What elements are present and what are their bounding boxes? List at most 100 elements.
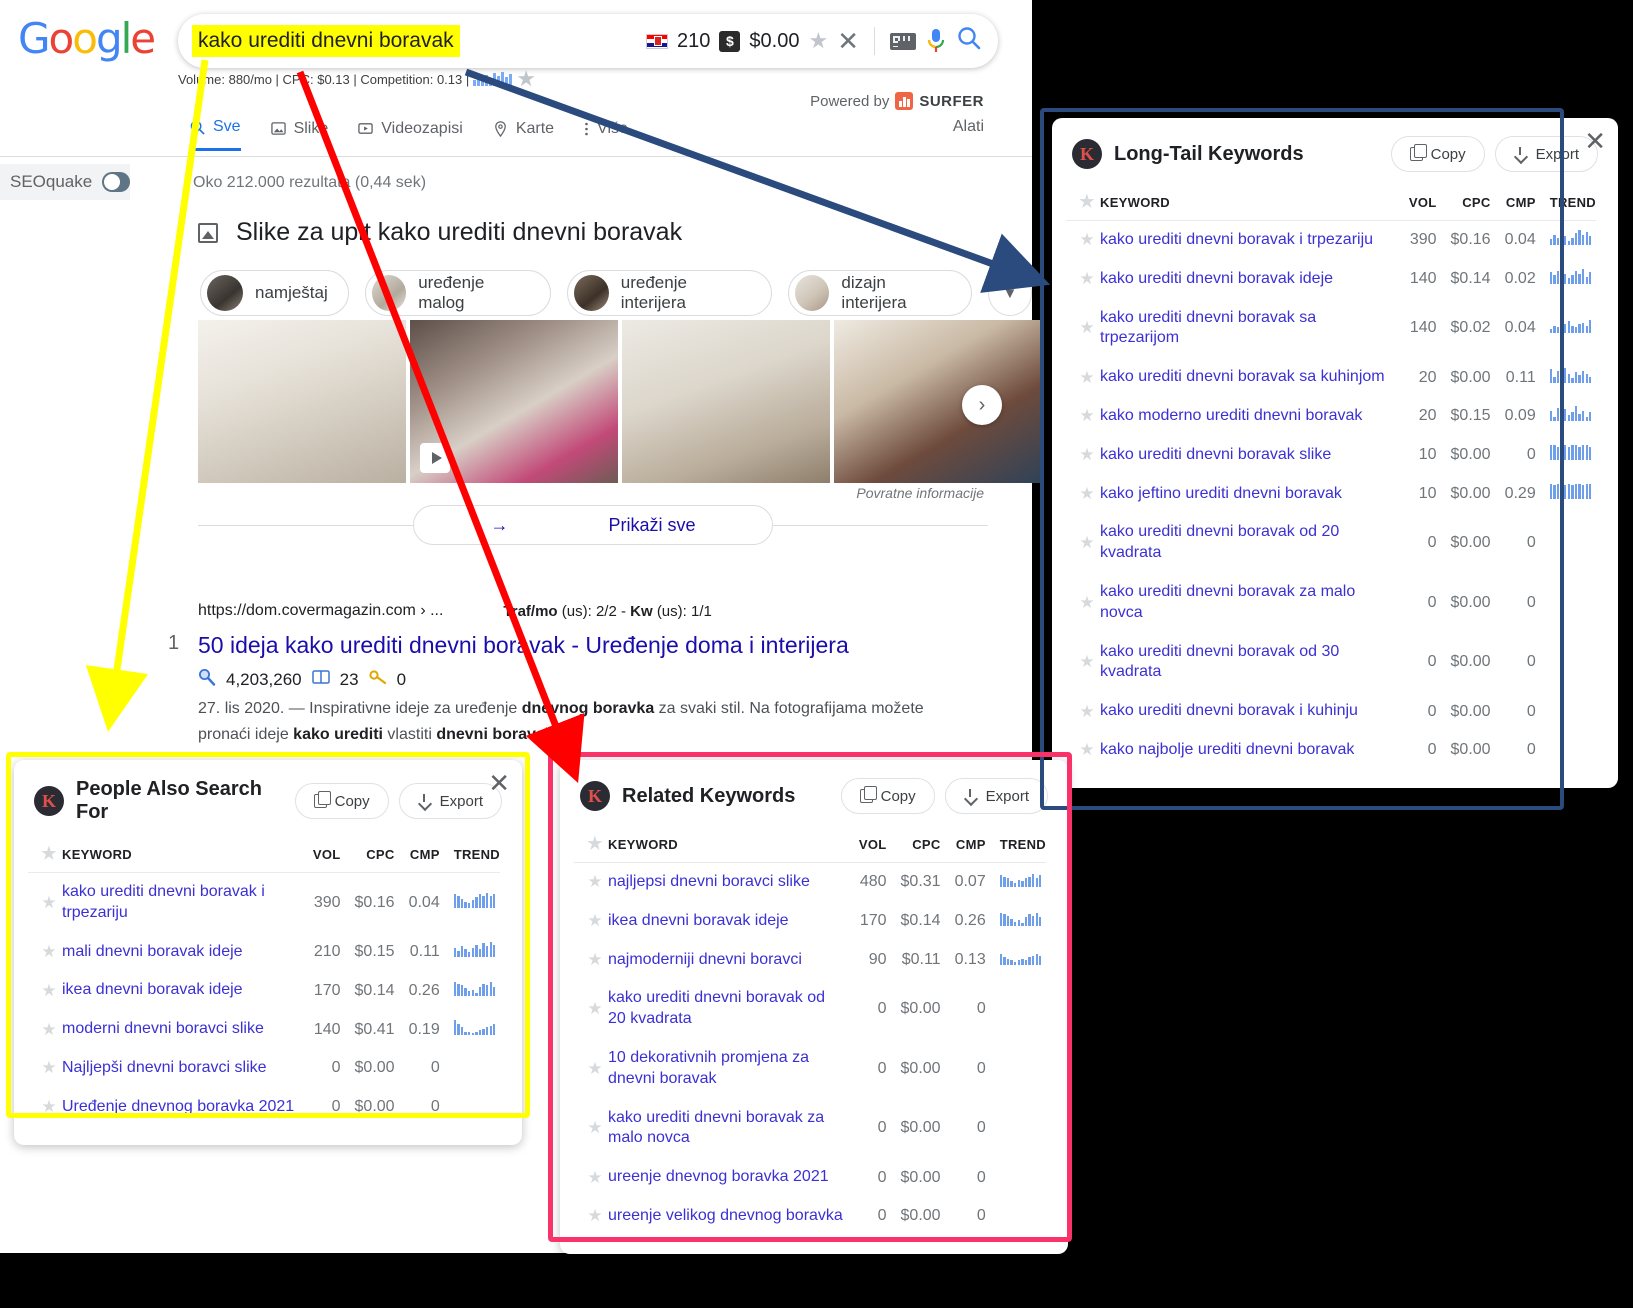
table-row[interactable]: ★ kako urediti dnevni boravak za malo nov… xyxy=(574,1099,1046,1159)
row-star-icon[interactable]: ★ xyxy=(28,1010,62,1049)
table-row[interactable]: ★ kako urediti dnevni boravak i kuhinju 0 $… xyxy=(1066,692,1596,731)
microphone-icon[interactable] xyxy=(925,27,947,55)
row-star-icon[interactable]: ★ xyxy=(574,1099,608,1159)
chip-uredenje-malog[interactable]: uređenje malog xyxy=(364,270,552,316)
table-row[interactable]: ★ ikea dnevni boravak ideje 170 $0.14 0.26 xyxy=(28,971,500,1010)
google-logo[interactable]: Google xyxy=(18,18,156,60)
row-star-icon[interactable]: ★ xyxy=(574,979,608,1039)
row-star-icon[interactable]: ★ xyxy=(28,1049,62,1088)
row-keyword[interactable]: ureenje dnevnog boravka 2021 xyxy=(608,1158,859,1197)
search-input[interactable]: kako urediti dnevni boravak xyxy=(192,22,460,60)
row-star-icon[interactable]: ★ xyxy=(28,873,62,933)
search-bar[interactable]: kako urediti dnevni boravak 210 $ $0.00 … xyxy=(178,14,998,68)
row-star-icon[interactable]: ★ xyxy=(1066,260,1100,299)
seoquake-toggle-bar[interactable]: SEOquake xyxy=(0,164,130,200)
copy-button[interactable]: Copy xyxy=(1390,136,1485,172)
row-star-icon[interactable]: ★ xyxy=(574,1158,608,1197)
chevron-down-icon[interactable]: ▼ xyxy=(987,270,1032,316)
row-star-icon[interactable]: ★ xyxy=(1066,573,1100,633)
tab-vise[interactable]: Više xyxy=(584,120,628,150)
table-row[interactable]: ★ kako urediti dnevni boravak od 20 kvadr… xyxy=(574,979,1046,1039)
row-star-icon[interactable]: ★ xyxy=(1066,692,1100,731)
copy-button[interactable]: Copy xyxy=(840,778,935,814)
row-keyword[interactable]: kako urediti dnevni boravak ideje xyxy=(1100,260,1409,299)
row-star-icon[interactable]: ★ xyxy=(1066,633,1100,693)
search-submit-icon[interactable] xyxy=(956,25,982,58)
export-button[interactable]: Export xyxy=(1494,136,1598,172)
table-row[interactable]: ★ kako urediti dnevni boravak slike 10 $0.0… xyxy=(1066,436,1596,475)
result-url[interactable]: https://dom.covermagazin.com › ... xyxy=(198,602,443,620)
row-star-icon[interactable]: ★ xyxy=(574,1197,608,1236)
table-row[interactable]: ★ kako urediti dnevni boravak sa kuhinjom… xyxy=(1066,358,1596,397)
row-keyword[interactable]: moderni dnevni boravci slike xyxy=(62,1010,313,1049)
table-row[interactable]: ★ kako urediti dnevni boravak od 20 kvadr… xyxy=(1066,513,1596,573)
image-thumbnail[interactable] xyxy=(198,320,406,483)
row-keyword[interactable]: mali dnevni boravak ideje xyxy=(62,933,313,972)
tab-sve[interactable]: Sve xyxy=(190,118,241,151)
row-star-icon[interactable]: ★ xyxy=(1066,731,1100,770)
close-icon[interactable]: ✕ xyxy=(488,770,510,796)
chip-dizajn-interijera[interactable]: dizajn interijera xyxy=(787,270,972,316)
row-star-icon[interactable]: ★ xyxy=(1066,475,1100,514)
row-keyword[interactable]: kako urediti dnevni boravak i trpezariju xyxy=(62,873,313,933)
chip-namjestaj[interactable]: namještaj xyxy=(200,270,349,316)
row-star-icon[interactable]: ★ xyxy=(574,863,608,902)
play-icon[interactable] xyxy=(420,443,450,473)
copy-button[interactable]: Copy xyxy=(294,783,389,819)
show-all-button[interactable]: → Prikaži sve xyxy=(413,505,773,545)
row-keyword[interactable]: 10 dekorativnih promjena za dnevni borav… xyxy=(608,1039,859,1099)
table-row[interactable]: ★ mali dnevni boravak ideje 210 $0.15 0.11 xyxy=(28,933,500,972)
row-keyword[interactable]: kako urediti dnevni boravak od 30 kvadra… xyxy=(1100,633,1409,693)
row-star-icon[interactable]: ★ xyxy=(1066,358,1100,397)
row-keyword[interactable]: Najljepši dnevni boravci slike xyxy=(62,1049,313,1088)
row-star-icon[interactable]: ★ xyxy=(1066,436,1100,475)
row-keyword[interactable]: ikea dnevni boravak ideje xyxy=(62,971,313,1010)
row-keyword[interactable]: kako jeftino urediti dnevni boravak xyxy=(1100,475,1409,514)
table-row[interactable]: ★ kako urediti dnevni boravak i trpezarij… xyxy=(1066,221,1596,260)
row-keyword[interactable]: kako urediti dnevni boravak od 20 kvadra… xyxy=(1100,513,1409,573)
table-row[interactable]: ★ ureenje dnevnog boravka 2021 0 $0.00 0 xyxy=(574,1158,1046,1197)
chip-uredenje-interijera[interactable]: uređenje interijera xyxy=(567,270,772,316)
table-row[interactable]: ★ najmoderniji dnevni boravci 90 $0.11 0.13 xyxy=(574,941,1046,980)
metrics-star-icon[interactable]: ★ xyxy=(516,68,536,90)
row-star-icon[interactable]: ★ xyxy=(1066,513,1100,573)
row-keyword[interactable]: najmoderniji dnevni boravci xyxy=(608,941,859,980)
row-star-icon[interactable]: ★ xyxy=(1066,221,1100,260)
table-row[interactable]: ★ Uređenje dnevnog boravka 2021 0 $0.00 0 xyxy=(28,1088,500,1127)
row-keyword[interactable]: kako moderno urediti dnevni boravak xyxy=(1100,397,1409,436)
row-keyword[interactable]: kako urediti dnevni boravak i trpezariju xyxy=(1100,221,1409,260)
row-star-icon[interactable]: ★ xyxy=(574,941,608,980)
table-row[interactable]: ★ kako urediti dnevni boravak od 30 kvadr… xyxy=(1066,633,1596,693)
tab-slike[interactable]: Slike xyxy=(270,120,328,150)
table-row[interactable]: ★ kako urediti dnevni boravak ideje 140 $0.… xyxy=(1066,260,1596,299)
row-star-icon[interactable]: ★ xyxy=(28,933,62,972)
row-keyword[interactable]: ikea dnevni boravak ideje xyxy=(608,902,859,941)
image-thumbnail[interactable] xyxy=(410,320,618,483)
row-star-icon[interactable]: ★ xyxy=(28,1088,62,1127)
result-title-link[interactable]: 50 ideja kako urediti dnevni boravak - U… xyxy=(198,632,849,659)
row-star-icon[interactable]: ★ xyxy=(1066,397,1100,436)
table-row[interactable]: ★ 10 dekorativnih promjena za dnevni bora… xyxy=(574,1039,1046,1099)
table-row[interactable]: ★ kako najbolje urediti dnevni boravak 0 $0… xyxy=(1066,731,1596,770)
row-keyword[interactable]: Uređenje dnevnog boravka 2021 xyxy=(62,1088,313,1127)
feedback-label[interactable]: Povratne informacije xyxy=(856,485,984,501)
export-button[interactable]: Export xyxy=(398,783,502,819)
table-row[interactable]: ★ kako urediti dnevni boravak za malo nov… xyxy=(1066,573,1596,633)
table-row[interactable]: ★ najljepsi dnevni boravci slike 480 $0.31 0… xyxy=(574,863,1046,902)
table-row[interactable]: ★ kako urediti dnevni boravak i trpezarij… xyxy=(28,873,500,933)
tools-button[interactable]: Alati xyxy=(953,118,984,136)
row-keyword[interactable]: ureenje velikog dnevnog boravka xyxy=(608,1197,859,1236)
table-row[interactable]: ★ ikea dnevni boravak ideje 170 $0.14 0.26 xyxy=(574,902,1046,941)
table-row[interactable]: ★ ureenje velikog dnevnog boravka 0 $0.00 0 xyxy=(574,1197,1046,1236)
row-star-icon[interactable]: ★ xyxy=(28,971,62,1010)
row-keyword[interactable]: kako najbolje urediti dnevni boravak xyxy=(1100,731,1409,770)
row-keyword[interactable]: kako urediti dnevni boravak sa kuhinjom xyxy=(1100,358,1409,397)
row-star-icon[interactable]: ★ xyxy=(574,1039,608,1099)
images-next-arrow-icon[interactable]: › xyxy=(962,385,1002,425)
table-row[interactable]: ★ kako urediti dnevni boravak sa trpezari… xyxy=(1066,299,1596,359)
image-thumbnail[interactable] xyxy=(834,320,1042,483)
table-row[interactable]: ★ kako jeftino urediti dnevni boravak 10 $0… xyxy=(1066,475,1596,514)
tab-karte[interactable]: Karte xyxy=(493,120,554,150)
table-row[interactable]: ★ Najljepši dnevni boravci slike 0 $0.00 0 xyxy=(28,1049,500,1088)
table-row[interactable]: ★ moderni dnevni boravci slike 140 $0.41 0.1… xyxy=(28,1010,500,1049)
